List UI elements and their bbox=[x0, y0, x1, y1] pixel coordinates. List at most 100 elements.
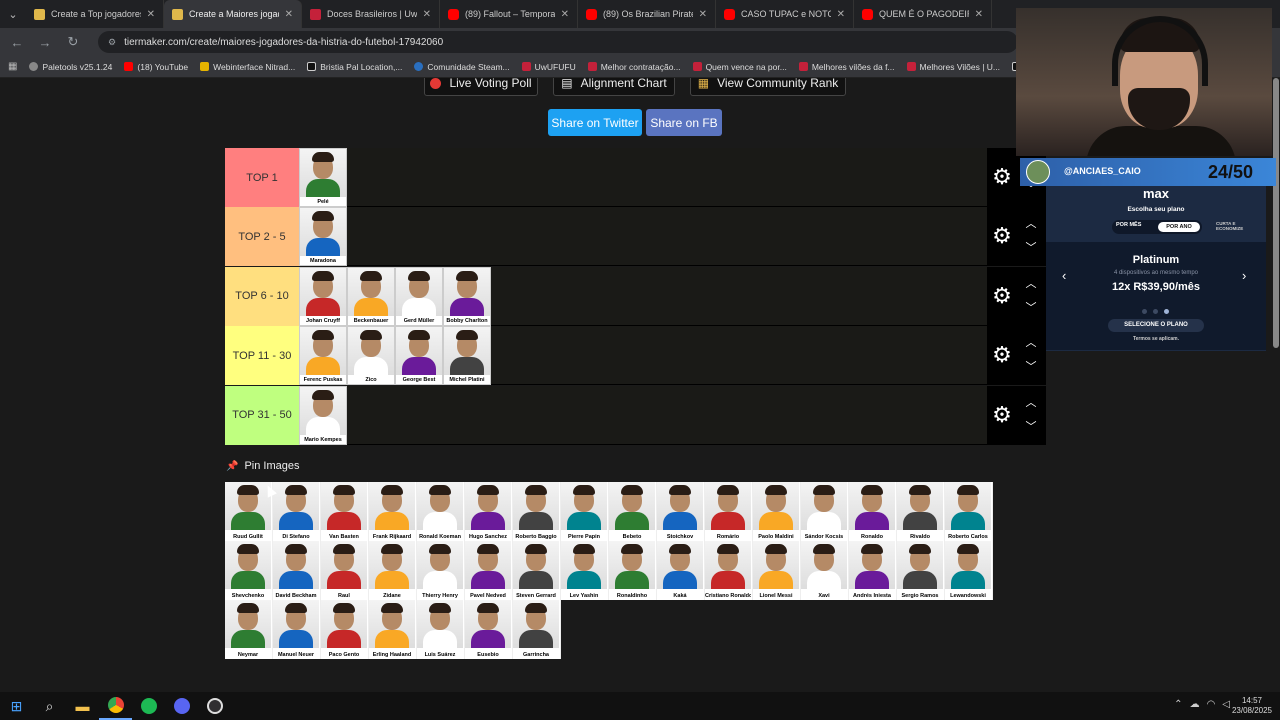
gear-icon[interactable]: ⚙ bbox=[991, 166, 1013, 188]
scrollbar-thumb[interactable] bbox=[1273, 78, 1279, 348]
gear-icon[interactable]: ⚙ bbox=[991, 225, 1013, 247]
system-tray[interactable]: ⌃ ☁ ◠ ◁ bbox=[1174, 699, 1230, 710]
tray-chevron-icon[interactable]: ⌃ bbox=[1174, 699, 1182, 710]
bookmark-item[interactable]: Paletools v25.1.24 bbox=[29, 62, 112, 72]
browser-tab[interactable]: QUEM É O PAGODEIRO? ✕ bbox=[854, 0, 992, 28]
bookmark-item[interactable]: Melhores vilões da f... bbox=[798, 62, 895, 72]
discord-icon[interactable] bbox=[165, 692, 198, 720]
chevron-up-icon[interactable]: ︿ bbox=[1023, 215, 1039, 231]
player-card[interactable]: Ronald Koeman bbox=[417, 482, 465, 541]
bookmark-item[interactable]: Quem vence na por... bbox=[692, 62, 787, 72]
player-card[interactable]: Di Stefano bbox=[273, 482, 321, 541]
share-twitter-button[interactable]: Share on Twitter bbox=[548, 109, 642, 136]
obs-icon[interactable] bbox=[198, 692, 231, 720]
select-plan-button[interactable]: SELECIONE O PLANO bbox=[1108, 319, 1204, 332]
player-card[interactable]: Luis Suárez bbox=[417, 600, 465, 659]
player-card[interactable]: David Beckham bbox=[273, 541, 321, 600]
start-icon[interactable]: ⊞ bbox=[0, 692, 33, 720]
player-card[interactable]: Raul bbox=[321, 541, 369, 600]
close-icon[interactable]: ✕ bbox=[975, 9, 983, 20]
chevron-down-icon[interactable]: ﹀ bbox=[1023, 418, 1039, 434]
close-icon[interactable]: ✕ bbox=[285, 9, 293, 20]
player-card[interactable]: Lewandowski bbox=[945, 541, 993, 600]
browser-tab[interactable]: Create a Maiores jogador ✕ bbox=[164, 0, 302, 28]
volume-icon[interactable]: ◁ bbox=[1222, 699, 1230, 710]
chevron-down-icon[interactable]: ﹀ bbox=[1023, 239, 1039, 255]
bookmark-item[interactable]: Bristia Pal Location,... bbox=[307, 62, 402, 72]
file-explorer-icon[interactable]: ▬ bbox=[66, 692, 99, 720]
player-card[interactable]: Xavi bbox=[801, 541, 849, 600]
player-card[interactable]: Johan Cruyff bbox=[299, 266, 347, 326]
chevron-down-icon[interactable]: ﹀ bbox=[1023, 358, 1039, 374]
close-icon[interactable]: ✕ bbox=[561, 9, 569, 20]
forward-icon[interactable]: → bbox=[38, 35, 52, 50]
apps-icon[interactable]: ▦ bbox=[8, 61, 17, 72]
player-card[interactable]: Sergio Ramos bbox=[897, 541, 945, 600]
player-card[interactable]: Cristiano Ronaldo bbox=[705, 541, 753, 600]
player-card[interactable]: George Best bbox=[395, 326, 443, 386]
player-card[interactable]: Zidane bbox=[369, 541, 417, 600]
tier-label[interactable]: TOP 6 - 10 bbox=[225, 266, 299, 326]
tier-label[interactable]: TOP 11 - 30 bbox=[225, 326, 299, 386]
player-card[interactable]: Zico bbox=[347, 326, 395, 386]
player-card[interactable]: Garrincha bbox=[513, 600, 561, 659]
tier-label[interactable]: TOP 1 bbox=[225, 148, 299, 207]
bookmark-item[interactable]: Melhor contratação... bbox=[587, 62, 681, 72]
chevron-up-icon[interactable]: ︿ bbox=[1023, 394, 1039, 410]
player-card[interactable]: Roberto Carlos bbox=[945, 482, 993, 541]
gear-icon[interactable]: ⚙ bbox=[991, 403, 1013, 426]
player-card[interactable]: Ronaldinho bbox=[609, 541, 657, 600]
bookmark-item[interactable]: Webinterface Nitrad... bbox=[200, 62, 295, 72]
player-card[interactable]: Steven Gerrard bbox=[513, 541, 561, 600]
bookmark-item[interactable]: Melhores Vilões | U... bbox=[906, 62, 1000, 72]
player-card[interactable]: Ferenc Puskas bbox=[299, 326, 347, 386]
close-icon[interactable]: ✕ bbox=[837, 9, 845, 20]
chevron-up-icon[interactable]: ︿ bbox=[1023, 334, 1039, 350]
player-card[interactable]: Frank Rijkaard bbox=[369, 482, 417, 541]
player-card[interactable]: Sándor Kocsis bbox=[801, 482, 849, 541]
alignment-chart-button[interactable]: ▤ Alignment Chart bbox=[553, 78, 675, 96]
player-card[interactable]: Bebeto bbox=[609, 482, 657, 541]
option-year[interactable]: POR ANO bbox=[1158, 222, 1200, 232]
player-card[interactable]: Lev Yashin bbox=[561, 541, 609, 600]
player-card[interactable]: Paco Gento bbox=[321, 600, 369, 659]
player-card[interactable]: Lionel Messi bbox=[753, 541, 801, 600]
bookmark-item[interactable]: Comunidade Steam... bbox=[414, 62, 510, 72]
reload-icon[interactable]: ↻ bbox=[66, 34, 80, 50]
player-card[interactable]: Beckenbauer bbox=[347, 266, 395, 326]
chevron-down-icon[interactable]: ﹀ bbox=[1023, 299, 1039, 315]
player-card[interactable]: Stoichkov bbox=[657, 482, 705, 541]
player-card[interactable]: Bobby Charlton bbox=[443, 266, 491, 326]
player-card[interactable]: Gerd Müller bbox=[395, 266, 443, 326]
live-voting-button[interactable]: Live Voting Poll bbox=[424, 78, 538, 96]
player-card[interactable]: Roberto Baggio bbox=[513, 482, 561, 541]
browser-tab[interactable]: (89) Fallout – Temporada ✕ bbox=[440, 0, 578, 28]
search-icon[interactable]: ⌕ bbox=[33, 692, 66, 720]
wifi-icon[interactable]: ◠ bbox=[1207, 699, 1216, 710]
chevron-up-icon[interactable]: ︿ bbox=[1023, 275, 1039, 291]
player-card[interactable]: Erling Haaland bbox=[369, 600, 417, 659]
player-card[interactable]: Pavel Nedved bbox=[465, 541, 513, 600]
player-card[interactable]: Hugo Sanchez bbox=[465, 482, 513, 541]
cloud-icon[interactable]: ☁ bbox=[1190, 699, 1200, 710]
tier-label[interactable]: TOP 2 - 5 bbox=[225, 207, 299, 267]
player-card[interactable]: Ronaldo bbox=[849, 482, 897, 541]
browser-tab[interactable]: (89) Os Brazilian Pirates V ✕ bbox=[578, 0, 716, 28]
spotify-icon[interactable] bbox=[132, 692, 165, 720]
player-card[interactable]: Romário bbox=[705, 482, 753, 541]
site-info-icon[interactable]: ⚙ bbox=[108, 37, 116, 48]
share-facebook-button[interactable]: Share on FB bbox=[646, 109, 722, 136]
close-icon[interactable]: ✕ bbox=[699, 9, 707, 20]
player-card[interactable]: Michel Platini bbox=[443, 326, 491, 386]
clock[interactable]: 14:57 23/08/2025 bbox=[1232, 696, 1272, 716]
player-card[interactable]: Pierre Papin bbox=[561, 482, 609, 541]
community-rank-button[interactable]: ▦ View Community Rank bbox=[690, 78, 846, 96]
browser-tab[interactable]: Create a Top jogadores d ✕ bbox=[26, 0, 164, 28]
chrome-icon[interactable] bbox=[99, 692, 132, 720]
tier-label[interactable]: TOP 31 - 50 bbox=[225, 385, 299, 445]
player-card[interactable]: Paolo Maldini bbox=[753, 482, 801, 541]
option-month[interactable]: POR MÊS bbox=[1116, 222, 1141, 228]
browser-tab[interactable]: Doces Brasileiros | UwUFU ✕ bbox=[302, 0, 440, 28]
close-icon[interactable]: ✕ bbox=[147, 9, 155, 20]
player-card[interactable]: Maradona bbox=[299, 207, 347, 267]
